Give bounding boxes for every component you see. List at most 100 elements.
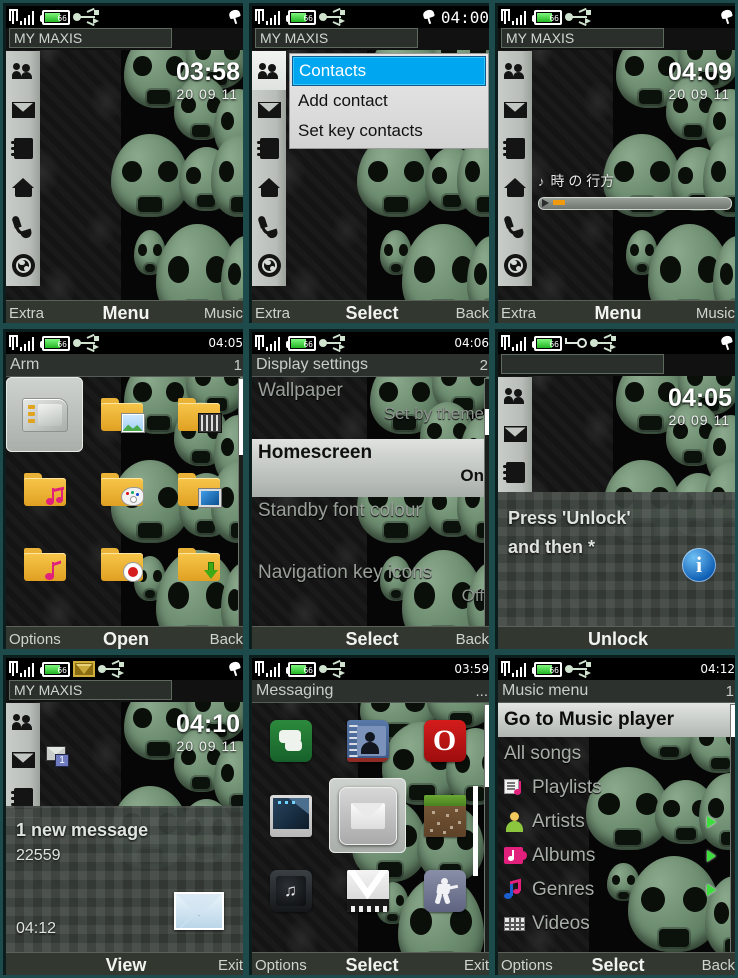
folder-icon-grid[interactable] xyxy=(6,377,243,629)
grid-item-memory-card[interactable] xyxy=(6,377,83,452)
softkey-center[interactable]: Unlock xyxy=(579,629,657,649)
grid-item-folder-recordings[interactable] xyxy=(83,527,160,602)
music-menu-list[interactable]: Go to Music player All songs Playlists A… xyxy=(498,703,735,955)
play-icon[interactable] xyxy=(542,199,549,207)
music-progress-bar[interactable] xyxy=(538,197,732,210)
menu-item-contacts[interactable]: Contacts xyxy=(292,56,486,86)
shortcut-rail[interactable] xyxy=(498,51,532,286)
grid-item-folder-downloads[interactable] xyxy=(160,527,237,602)
shortcut-rail[interactable] xyxy=(6,51,40,286)
settings-row-homescreen[interactable]: Homescreen On xyxy=(252,439,489,497)
scrollbar-secondary[interactable] xyxy=(473,786,480,876)
music-menu-item-albums[interactable]: Albums xyxy=(498,839,735,873)
rail-item-contacts[interactable] xyxy=(252,51,286,90)
softkey-center[interactable]: Select xyxy=(333,629,411,649)
scrollbar-thumb[interactable] xyxy=(731,705,735,737)
rail-item-notes[interactable] xyxy=(6,129,40,168)
scrollbar-thumb[interactable] xyxy=(485,705,489,787)
music-menu-item-playlists[interactable]: Playlists xyxy=(498,771,735,805)
rail-item-notes[interactable] xyxy=(498,129,532,168)
softkey-center[interactable]: Select xyxy=(579,955,657,975)
softkey-left[interactable]: Extra xyxy=(255,305,333,322)
grid-item-folder-videos[interactable] xyxy=(160,377,237,452)
softkey-left[interactable]: Options xyxy=(501,957,579,974)
softkey-left[interactable]: Extra xyxy=(9,305,87,322)
softkey-center[interactable]: Select xyxy=(333,955,411,975)
grid-item-opera[interactable]: O xyxy=(406,703,483,778)
grid-item-folder-graphics[interactable] xyxy=(83,452,160,527)
rail-item-messaging[interactable] xyxy=(498,415,532,453)
scrollbar[interactable] xyxy=(730,704,735,954)
softkey-left[interactable]: Extra xyxy=(501,305,579,322)
scrollbar[interactable] xyxy=(484,378,489,628)
softkey-right[interactable]: Back xyxy=(411,631,489,648)
rail-item-calls[interactable] xyxy=(6,207,40,246)
menu-item-set-key-contacts[interactable]: Set key contacts xyxy=(292,116,486,146)
grid-item-mail[interactable] xyxy=(329,778,406,853)
grid-item-folder-tones[interactable] xyxy=(6,527,83,602)
scrollbar[interactable] xyxy=(238,378,243,628)
music-widget[interactable]: ♪ 時 の 行方 xyxy=(538,171,732,210)
softkey-right[interactable]: Exit xyxy=(165,957,243,974)
rail-item-notes[interactable] xyxy=(252,129,286,168)
music-menu-item-go-to-music-player[interactable]: Go to Music player xyxy=(498,703,735,737)
softkey-left[interactable]: Options xyxy=(255,957,333,974)
rail-item-contacts[interactable] xyxy=(6,703,40,741)
menu-item-add-contact[interactable]: Add contact xyxy=(292,86,486,116)
grid-item-folder-images[interactable] xyxy=(83,377,160,452)
rail-item-messaging[interactable] xyxy=(252,90,286,129)
grid-item-folder-display[interactable] xyxy=(160,452,237,527)
grid-item-counter-strike[interactable] xyxy=(406,853,483,928)
softkey-right[interactable]: Music xyxy=(165,305,243,322)
unread-message-badge[interactable]: 1 xyxy=(46,746,72,768)
scrollbar[interactable] xyxy=(484,704,489,954)
softkey-center[interactable]: Select xyxy=(333,303,411,323)
shortcut-rail[interactable] xyxy=(498,377,532,492)
rail-item-calls[interactable] xyxy=(252,207,286,246)
grid-item-gallery[interactable] xyxy=(252,778,329,853)
grid-item-minecraft[interactable] xyxy=(406,778,483,853)
rail-item-messaging[interactable] xyxy=(6,741,40,779)
rail-item-homescreen[interactable] xyxy=(252,168,286,207)
rail-item-messaging[interactable] xyxy=(6,90,40,129)
rail-item-web[interactable] xyxy=(6,246,40,285)
settings-list[interactable]: Wallpaper Set by theme Homescreen On Sta… xyxy=(252,377,489,629)
softkey-center[interactable]: Menu xyxy=(87,303,165,323)
rail-item-notes[interactable] xyxy=(498,454,532,492)
music-menu-item-genres[interactable]: Genres xyxy=(498,873,735,907)
softkey-right[interactable]: Back xyxy=(411,305,489,322)
music-menu-item-all-songs[interactable]: All songs xyxy=(498,737,735,771)
shortcut-rail[interactable] xyxy=(252,51,286,286)
rail-item-contacts[interactable] xyxy=(6,51,40,90)
settings-row-navigation-key-icons[interactable]: Navigation key icons Off xyxy=(252,559,489,619)
scrollbar-thumb[interactable] xyxy=(485,409,489,435)
rail-item-homescreen[interactable] xyxy=(6,168,40,207)
grid-item-contacts-book[interactable] xyxy=(329,703,406,778)
softkey-center[interactable]: View xyxy=(87,955,165,975)
scrollbar-thumb[interactable] xyxy=(239,379,243,455)
grid-item-music-player[interactable]: ♫ xyxy=(252,853,329,928)
settings-row-standby-font-colour[interactable]: Standby font colour xyxy=(252,497,489,559)
rail-item-homescreen[interactable] xyxy=(498,168,532,207)
rail-item-calls[interactable] xyxy=(498,207,532,246)
softkey-right[interactable]: Music xyxy=(657,305,735,322)
app-icon-grid[interactable]: O ♫ xyxy=(252,703,489,955)
settings-row-wallpaper[interactable]: Wallpaper Set by theme xyxy=(252,377,489,439)
softkey-right[interactable]: Back xyxy=(657,957,735,974)
softkey-center[interactable]: Menu xyxy=(579,303,657,323)
contacts-popup-menu[interactable]: Contacts Add contact Set key contacts xyxy=(289,53,489,149)
scrollbar-thumb-secondary[interactable] xyxy=(473,786,478,876)
music-menu-item-videos[interactable]: Videos xyxy=(498,907,735,941)
grid-item-mflag[interactable] xyxy=(329,853,406,928)
music-menu-item-artists[interactable]: Artists xyxy=(498,805,735,839)
softkey-right[interactable]: Exit xyxy=(411,957,489,974)
rail-item-web[interactable] xyxy=(252,246,286,285)
grid-item-folder-music[interactable] xyxy=(6,452,83,527)
rail-item-messaging[interactable] xyxy=(498,90,532,129)
softkey-right[interactable]: Back xyxy=(165,631,243,648)
rail-item-contacts[interactable] xyxy=(498,377,532,415)
grid-item-messages[interactable] xyxy=(252,703,329,778)
rail-item-web[interactable] xyxy=(498,246,532,285)
softkey-center[interactable]: Open xyxy=(87,629,165,649)
rail-item-contacts[interactable] xyxy=(498,51,532,90)
